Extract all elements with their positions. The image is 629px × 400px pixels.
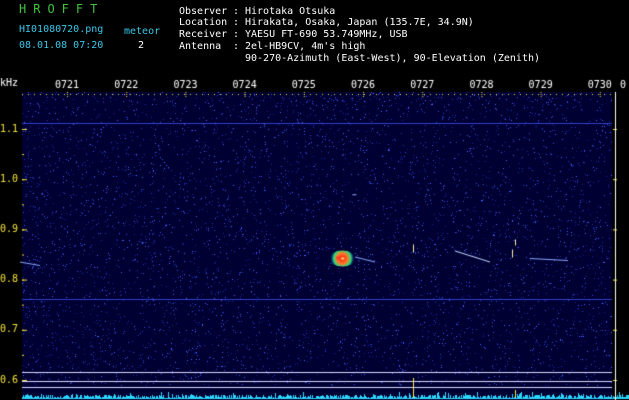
meteor-label: meteor bbox=[124, 26, 161, 37]
receiver-key: Receiver bbox=[179, 29, 228, 40]
datetime-label: 08.01.08 07:20 bbox=[19, 40, 104, 51]
observer-key: Observer bbox=[179, 6, 228, 17]
antenna-value-2: 90-270-Azimuth (East-West), 90-Elevation… bbox=[245, 53, 541, 64]
receiver-value: YAESU FT-690 53.749MHz, USB bbox=[245, 29, 408, 40]
receiver-sep: : bbox=[233, 29, 240, 40]
observer-sep: : bbox=[233, 6, 240, 17]
location-sep: : bbox=[233, 17, 240, 28]
observer-value: Hirotaka Otsuka bbox=[245, 6, 336, 17]
antenna-sep: : bbox=[233, 41, 240, 52]
header-panel: HROFFT HI01080720.png 08.01.08 07:20 met… bbox=[0, 0, 629, 78]
location-key: Location bbox=[179, 17, 228, 28]
brand-title: HROFFT bbox=[19, 2, 105, 16]
spectrogram-canvas bbox=[0, 78, 629, 400]
antenna-key: Antenna bbox=[179, 41, 222, 52]
location-value: Hirakata, Osaka, Japan (135.7E, 34.9N) bbox=[245, 17, 474, 28]
filename-label: HI01080720.png bbox=[19, 24, 104, 35]
meteor-count: 2 bbox=[138, 40, 145, 51]
antenna-value-1: 2el-HB9CV, 4m's high bbox=[245, 41, 366, 52]
